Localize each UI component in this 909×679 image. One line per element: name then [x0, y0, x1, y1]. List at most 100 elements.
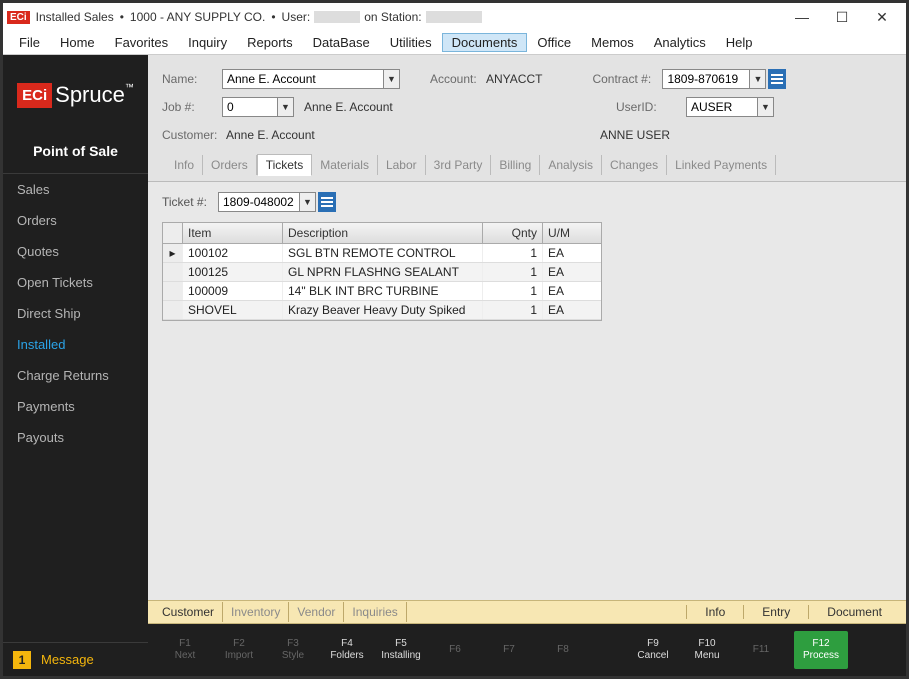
- sidebar-item-sales[interactable]: Sales: [3, 174, 148, 205]
- sidebar-title: Point of Sale: [3, 135, 148, 173]
- tab-info[interactable]: Info: [166, 155, 203, 175]
- menu-documents[interactable]: Documents: [442, 33, 528, 52]
- title-station-masked: [426, 11, 482, 23]
- tab-changes[interactable]: Changes: [602, 155, 667, 175]
- list-icon[interactable]: [768, 69, 786, 89]
- job-combo[interactable]: ▼: [222, 97, 294, 117]
- fkey-f1: F1Next: [158, 638, 212, 662]
- sidebar-item-charge-returns[interactable]: Charge Returns: [3, 360, 148, 391]
- message-label: Message: [41, 652, 94, 667]
- col-item[interactable]: Item: [183, 223, 283, 243]
- menu-help[interactable]: Help: [716, 33, 763, 52]
- menu-office[interactable]: Office: [527, 33, 581, 52]
- tab-orders[interactable]: Orders: [203, 155, 257, 175]
- message-count-badge: 1: [13, 651, 31, 669]
- userid-input[interactable]: [687, 98, 757, 116]
- menu-utilities[interactable]: Utilities: [380, 33, 442, 52]
- customer-label: Customer:: [162, 128, 222, 142]
- bottom-tab-inquiries[interactable]: Inquiries: [344, 602, 406, 622]
- tab-strip: InfoOrdersTicketsMaterialsLabor3rd Party…: [162, 153, 892, 175]
- close-button[interactable]: ✕: [862, 3, 902, 31]
- tab-3rd-party[interactable]: 3rd Party: [426, 155, 492, 175]
- menu-inquiry[interactable]: Inquiry: [178, 33, 237, 52]
- minimize-button[interactable]: —: [782, 3, 822, 31]
- title-bar: ECi Installed Sales • 1000 - ANY SUPPLY …: [3, 3, 906, 31]
- ticket-input[interactable]: [219, 193, 299, 211]
- col-desc[interactable]: Description: [283, 223, 483, 243]
- sidebar-item-payments[interactable]: Payments: [3, 391, 148, 422]
- table-row[interactable]: 100125GL NPRN FLASHNG SEALANT1EA: [163, 263, 601, 282]
- ticket-combo[interactable]: ▼: [218, 192, 316, 212]
- tab-materials[interactable]: Materials: [312, 155, 378, 175]
- contract-input[interactable]: [663, 70, 749, 88]
- bottom-link-document[interactable]: Document: [808, 605, 900, 619]
- eci-badge-icon: ECi: [7, 11, 30, 24]
- list-icon[interactable]: [318, 192, 336, 212]
- fkey-f5[interactable]: F5Installing: [374, 638, 428, 662]
- job-label: Job #:: [162, 100, 222, 114]
- name-input[interactable]: [223, 70, 383, 88]
- menu-home[interactable]: Home: [50, 33, 105, 52]
- job-input[interactable]: [223, 98, 277, 116]
- fkey-f9[interactable]: F9Cancel: [626, 638, 680, 662]
- main-area: Name: ▼ Account: ANYACCT Contract #: ▼ J…: [148, 55, 906, 676]
- sidebar-item-open-tickets[interactable]: Open Tickets: [3, 267, 148, 298]
- bottom-tab-vendor[interactable]: Vendor: [289, 602, 344, 622]
- col-um[interactable]: U/M: [543, 223, 593, 243]
- sidebar: ECiSpruce™ Point of Sale SalesOrdersQuot…: [3, 55, 148, 676]
- sidebar-item-direct-ship[interactable]: Direct Ship: [3, 298, 148, 329]
- name-label: Name:: [162, 72, 222, 86]
- bottom-link-info[interactable]: Info: [686, 605, 743, 619]
- table-row[interactable]: ▸100102SGL BTN REMOTE CONTROL1EA: [163, 244, 601, 263]
- chevron-down-icon[interactable]: ▼: [277, 98, 293, 116]
- menu-favorites[interactable]: Favorites: [105, 33, 178, 52]
- menu-file[interactable]: File: [9, 33, 50, 52]
- table-row[interactable]: SHOVELKrazy Beaver Heavy Duty Spiked1EA: [163, 301, 601, 320]
- message-bar[interactable]: 1 Message: [3, 642, 148, 676]
- sidebar-item-payouts[interactable]: Payouts: [3, 422, 148, 453]
- chevron-down-icon[interactable]: ▼: [383, 70, 399, 88]
- sidebar-item-quotes[interactable]: Quotes: [3, 236, 148, 267]
- menu-analytics[interactable]: Analytics: [644, 33, 716, 52]
- menu-memos[interactable]: Memos: [581, 33, 644, 52]
- title-app: Installed Sales: [36, 10, 114, 24]
- title-user-prefix: User:: [282, 10, 311, 24]
- tab-billing[interactable]: Billing: [491, 155, 540, 175]
- title-company: 1000 - ANY SUPPLY CO.: [130, 10, 265, 24]
- ticket-label: Ticket #:: [162, 195, 218, 209]
- fkey-f6: F6: [428, 644, 482, 656]
- contract-combo[interactable]: ▼: [662, 69, 766, 89]
- col-qty[interactable]: Qnty: [483, 223, 543, 243]
- ticket-grid[interactable]: Item Description Qnty U/M ▸100102SGL BTN…: [162, 222, 602, 321]
- userid-combo[interactable]: ▼: [686, 97, 774, 117]
- logo: ECiSpruce™: [3, 55, 148, 135]
- userid-label: UserID:: [616, 100, 686, 114]
- table-row[interactable]: 10000914" BLK INT BRC TURBINE1EA: [163, 282, 601, 301]
- tab-analysis[interactable]: Analysis: [540, 155, 602, 175]
- menu-bar: FileHomeFavoritesInquiryReportsDataBaseU…: [3, 31, 906, 55]
- user-full: ANNE USER: [600, 128, 892, 142]
- tab-tickets[interactable]: Tickets: [257, 154, 313, 176]
- contract-label: Contract #:: [592, 72, 662, 86]
- fkey-bar: F1NextF2ImportF3StyleF4FoldersF5Installi…: [148, 624, 906, 676]
- tab-linked-payments[interactable]: Linked Payments: [667, 155, 776, 175]
- chevron-down-icon[interactable]: ▼: [749, 70, 765, 88]
- fkey-f4[interactable]: F4Folders: [320, 638, 374, 662]
- title-user-masked: [314, 11, 360, 23]
- chevron-down-icon[interactable]: ▼: [757, 98, 773, 116]
- sidebar-item-installed[interactable]: Installed: [3, 329, 148, 360]
- menu-reports[interactable]: Reports: [237, 33, 303, 52]
- sidebar-item-orders[interactable]: Orders: [3, 205, 148, 236]
- fkey-f11: F11: [734, 644, 788, 656]
- name-combo[interactable]: ▼: [222, 69, 400, 89]
- chevron-down-icon[interactable]: ▼: [299, 193, 315, 211]
- fkey-f12[interactable]: F12Process: [794, 631, 848, 669]
- menu-database[interactable]: DataBase: [303, 33, 380, 52]
- bottom-tab-customer[interactable]: Customer: [154, 602, 223, 622]
- fkey-f10[interactable]: F10Menu: [680, 638, 734, 662]
- tab-labor[interactable]: Labor: [378, 155, 426, 175]
- bottom-tab-inventory[interactable]: Inventory: [223, 602, 289, 622]
- maximize-button[interactable]: ☐: [822, 3, 862, 31]
- tickets-panel: Ticket #: ▼ Item Description Qnty U/M: [148, 181, 906, 600]
- bottom-link-entry[interactable]: Entry: [743, 605, 808, 619]
